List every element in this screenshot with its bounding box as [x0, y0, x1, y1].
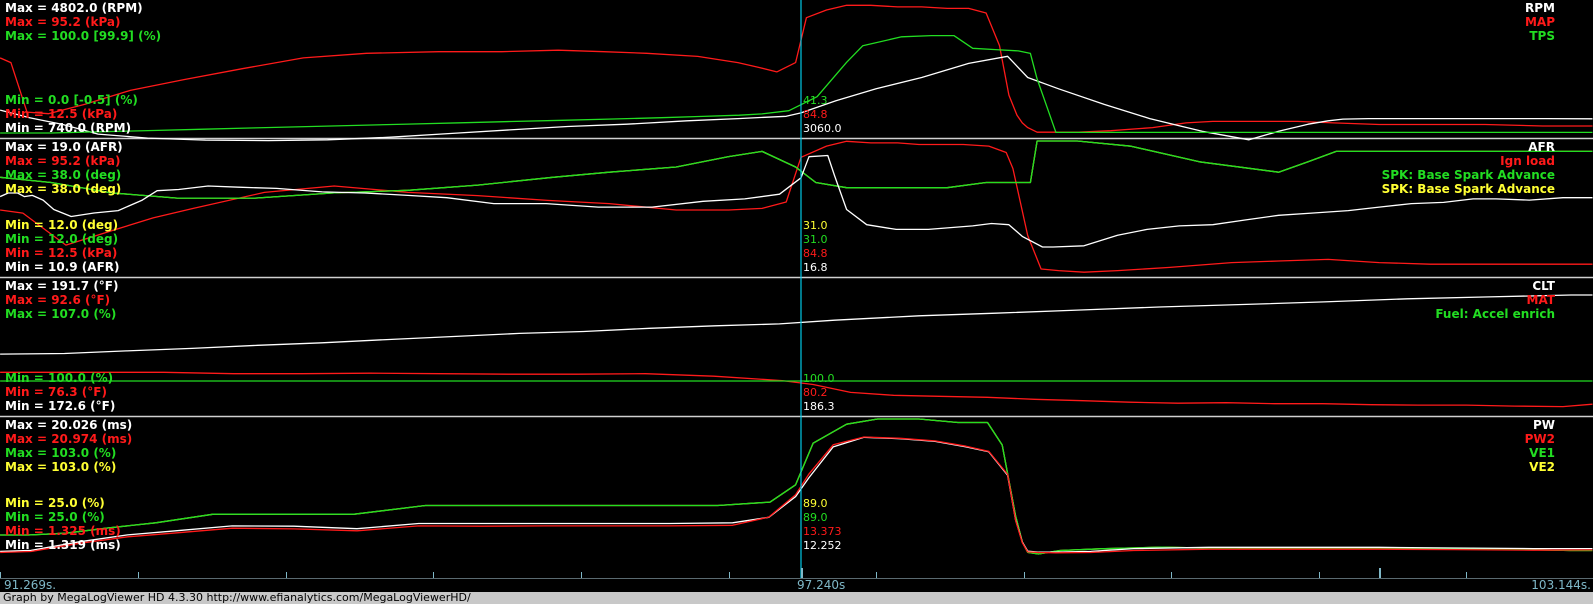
- time-tick: [876, 572, 877, 578]
- time-cursor-label: 97.240s: [797, 578, 846, 592]
- series-name-p2-0[interactable]: AFR: [1528, 140, 1555, 154]
- max-label-p3-2: Max = 107.0 (%): [5, 307, 117, 321]
- log-graph-plot[interactable]: [0, 0, 1593, 578]
- series-name-p4-2[interactable]: VE1: [1529, 446, 1555, 460]
- max-label-p2-1: Max = 95.2 (kPa): [5, 154, 121, 168]
- max-label-p2-2: Max = 38.0 (deg): [5, 168, 122, 182]
- min-label-p1-2: Min = 740.0 (RPM): [5, 121, 132, 135]
- series-name-p4-3[interactable]: VE2: [1529, 460, 1555, 474]
- max-label-p1-0: Max = 4802.0 (RPM): [5, 1, 143, 15]
- time-tick-major: [1379, 568, 1381, 578]
- series-name-p2-3[interactable]: SPK: Base Spark Advance: [1382, 182, 1555, 196]
- footer-bar: Graph by MegaLogViewer HD 4.3.30 http://…: [0, 591, 1593, 604]
- time-tick: [581, 572, 582, 578]
- footer-credit: Graph by MegaLogViewer HD 4.3.30 http://…: [3, 591, 471, 604]
- cursor-value-p3-2: 186.3: [802, 400, 835, 413]
- max-label-p4-1: Max = 20.974 (ms): [5, 432, 133, 446]
- max-label-p2-3: Max = 38.0 (deg): [5, 182, 122, 196]
- min-label-p2-1: Min = 12.0 (deg): [5, 232, 119, 246]
- series-line-p3-0: [0, 294, 1593, 355]
- min-label-p4-2: Min = 1.325 (ms): [5, 524, 121, 538]
- time-tick: [286, 572, 287, 578]
- min-label-p4-1: Min = 25.0 (%): [5, 510, 105, 524]
- min-label-p3-1: Min = 76.3 (°F): [5, 385, 107, 399]
- time-tick: [1466, 572, 1467, 578]
- time-tick: [729, 572, 730, 578]
- cursor-value-p4-3: 12.252: [802, 539, 842, 552]
- series-name-p2-1[interactable]: Ign load: [1500, 154, 1555, 168]
- series-line-p2-3: [0, 154, 1593, 248]
- time-end-label: 103.144s.: [1531, 578, 1591, 592]
- cursor-value-p3-0: 100.0: [802, 372, 835, 385]
- cursor-value-p2-3: 16.8: [802, 261, 828, 274]
- cursor-value-p2-2: 84.8: [802, 247, 828, 260]
- series-name-p4-0[interactable]: PW: [1533, 418, 1555, 432]
- cursor-value-p4-1: 89.0: [802, 511, 828, 524]
- series-line-p3-1: [0, 371, 1593, 408]
- cursor-value-p1-2: 3060.0: [802, 122, 842, 135]
- min-label-p1-1: Min = 12.5 (kPa): [5, 107, 118, 121]
- series-name-p3-1[interactable]: MAT: [1527, 293, 1555, 307]
- cursor-value-p4-0: 89.0: [802, 497, 828, 510]
- max-label-p3-1: Max = 92.6 (°F): [5, 293, 111, 307]
- log-graph-area[interactable]: [0, 0, 1593, 578]
- min-label-p2-2: Min = 12.5 (kPa): [5, 246, 118, 260]
- series-name-p3-2[interactable]: Fuel: Accel enrich: [1435, 307, 1555, 321]
- max-label-p4-2: Max = 103.0 (%): [5, 446, 117, 460]
- min-label-p2-3: Min = 10.9 (AFR): [5, 260, 120, 274]
- max-label-p3-0: Max = 191.7 (°F): [5, 279, 119, 293]
- cursor-value-p1-1: 84.8: [802, 108, 828, 121]
- time-tick: [1319, 572, 1320, 578]
- min-label-p2-0: Min = 12.0 (deg): [5, 218, 119, 232]
- series-line-p2-0: [0, 140, 1593, 273]
- cursor-value-p2-1: 31.0: [802, 233, 828, 246]
- min-label-p3-2: Min = 172.6 (°F): [5, 399, 116, 413]
- series-line-p1-0: [0, 4, 1593, 133]
- min-label-p4-3: Min = 1.319 (ms): [5, 538, 121, 552]
- series-name-p1-2[interactable]: TPS: [1529, 29, 1555, 43]
- cursor-value-p4-2: 13.373: [802, 525, 842, 538]
- time-tick-major: [801, 568, 803, 578]
- time-tick: [1171, 572, 1172, 578]
- max-label-p2-0: Max = 19.0 (AFR): [5, 140, 123, 154]
- time-tick: [1024, 572, 1025, 578]
- max-label-p4-3: Max = 103.0 (%): [5, 460, 117, 474]
- max-label-p1-1: Max = 95.2 (kPa): [5, 15, 121, 29]
- max-label-p1-2: Max = 100.0 [99.9] (%): [5, 29, 162, 43]
- series-name-p3-0[interactable]: CLT: [1532, 279, 1555, 293]
- min-label-p1-0: Min = 0.0 [-0.5] (%): [5, 93, 138, 107]
- series-line-p4-0: [0, 418, 1593, 555]
- cursor-value-p3-1: 80.2: [802, 386, 828, 399]
- series-line-p4-1: [0, 418, 1593, 555]
- cursor-value-p1-0: 41.3: [802, 94, 828, 107]
- cursor-value-p2-0: 31.0: [802, 219, 828, 232]
- time-tick: [433, 572, 434, 578]
- series-name-p4-1[interactable]: PW2: [1525, 432, 1555, 446]
- series-name-p1-1[interactable]: MAP: [1525, 15, 1555, 29]
- time-tick: [138, 572, 139, 578]
- max-label-p4-0: Max = 20.026 (ms): [5, 418, 133, 432]
- series-name-p1-0[interactable]: RPM: [1525, 1, 1555, 15]
- series-name-p2-2[interactable]: SPK: Base Spark Advance: [1382, 168, 1555, 182]
- min-label-p4-0: Min = 25.0 (%): [5, 496, 105, 510]
- time-tick: [0, 572, 1, 578]
- min-label-p3-0: Min = 100.0 (%): [5, 371, 114, 385]
